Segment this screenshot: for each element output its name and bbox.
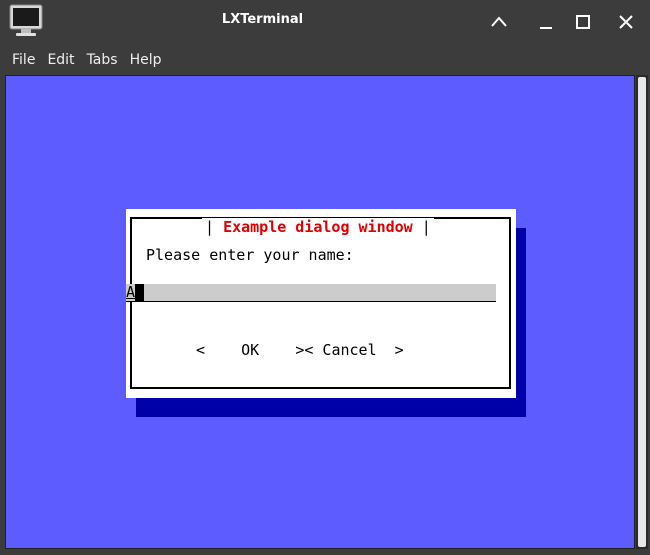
close-button[interactable] bbox=[612, 8, 640, 36]
dialog-title: Example dialog window bbox=[223, 218, 413, 236]
cancel-button[interactable]: < Cancel > bbox=[304, 341, 403, 359]
dialog-title-right-bracket: | bbox=[412, 218, 431, 236]
text-cursor bbox=[135, 284, 145, 301]
dialog-buttons: < OK >< Cancel > bbox=[196, 341, 404, 359]
ok-button[interactable]: < OK > bbox=[196, 341, 304, 359]
name-input[interactable]: A bbox=[126, 284, 496, 302]
title-bar[interactable]: LXTerminal bbox=[0, 0, 650, 44]
minimize-button[interactable] bbox=[485, 8, 513, 36]
menu-bar: File Edit Tabs Help bbox=[0, 49, 650, 71]
menu-tabs[interactable]: Tabs bbox=[81, 49, 124, 71]
window-title: LXTerminal bbox=[221, 12, 304, 27]
terminal-area[interactable]: | Example dialog window | Please enter y… bbox=[5, 75, 635, 549]
menu-file[interactable]: File bbox=[0, 49, 41, 71]
chevron-up-icon bbox=[491, 16, 507, 27]
menu-edit[interactable]: Edit bbox=[41, 49, 80, 71]
input-dialog: | Example dialog window | Please enter y… bbox=[126, 209, 516, 398]
maximize-button[interactable] bbox=[569, 8, 597, 36]
dialog-frame: | Example dialog window | bbox=[130, 217, 511, 389]
minus-icon bbox=[540, 27, 552, 29]
vertical-scrollbar[interactable] bbox=[636, 75, 648, 549]
name-prompt: Please enter your name: bbox=[146, 246, 354, 264]
terminal-window: LXTerminal File Edit Tabs Help | Example… bbox=[0, 0, 650, 555]
square-icon bbox=[576, 15, 590, 29]
close-icon bbox=[619, 15, 633, 29]
name-input-value: A bbox=[126, 283, 136, 301]
dialog-title-left-bracket: | bbox=[205, 218, 224, 236]
dialog-title-bar: | Example dialog window | bbox=[202, 218, 434, 236]
shade-button[interactable] bbox=[532, 8, 560, 36]
menu-help[interactable]: Help bbox=[124, 49, 168, 71]
scrollbar-thumb[interactable] bbox=[638, 77, 646, 547]
